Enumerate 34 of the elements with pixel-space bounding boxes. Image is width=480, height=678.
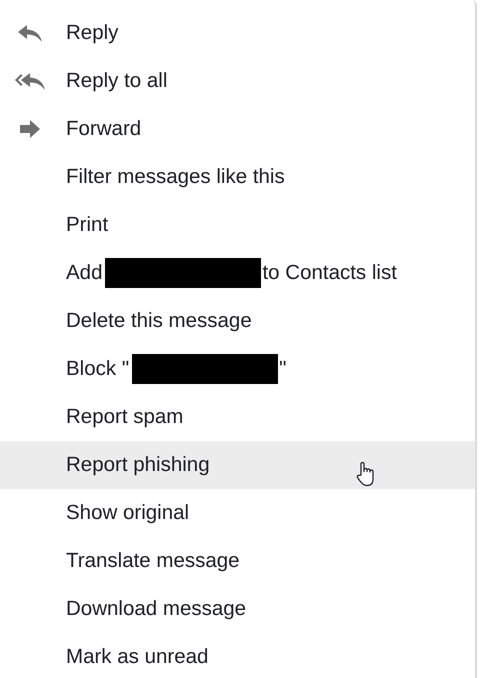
menu-item-label: Add <box>66 261 102 285</box>
hand-cursor-icon <box>356 461 376 487</box>
menu-item[interactable]: Download message <box>0 585 475 633</box>
menu-item[interactable]: Translate message <box>0 537 475 585</box>
menu-item-label: to Contacts list <box>262 261 397 285</box>
menu-item[interactable]: Show original <box>0 489 475 537</box>
menu-item[interactable]: Print <box>0 201 475 249</box>
menu-item-label: Mark as unread <box>66 645 208 669</box>
menu-item-label: Reply to all <box>66 69 168 93</box>
menu-item[interactable]: Mark as unread <box>0 633 475 678</box>
menu-item[interactable]: Reply to all <box>0 57 475 105</box>
menu-item-label: Download message <box>66 597 246 621</box>
menu-item-label: Block " <box>66 357 130 381</box>
menu-item-label: " <box>279 357 286 381</box>
menu-item-label: Forward <box>66 117 142 141</box>
menu-item-label: Show original <box>66 501 190 525</box>
forward-icon <box>19 119 41 139</box>
reply-icon <box>17 23 43 43</box>
menu-item[interactable]: Block " " <box>0 345 475 393</box>
menu-item-label: Reply <box>66 21 118 45</box>
reply-all-icon <box>14 71 46 91</box>
menu-item[interactable]: Delete this message <box>0 297 475 345</box>
menu-item[interactable]: Add to Contacts list <box>0 249 475 297</box>
menu-item-label: Report spam <box>66 405 184 429</box>
menu-item-label: Report phishing <box>66 453 210 477</box>
menu-item[interactable]: Report spam <box>0 393 475 441</box>
menu-item[interactable]: Reply <box>0 9 475 57</box>
menu-item-label: Delete this message <box>66 309 252 333</box>
menu-item[interactable]: Filter messages like this <box>0 153 475 201</box>
menu-item[interactable]: Forward <box>0 105 475 153</box>
menu-item-label: Translate message <box>66 549 240 573</box>
menu-item-label: Print <box>66 213 108 237</box>
menu-item[interactable]: Report phishing <box>0 441 475 489</box>
menu-item-label: Filter messages like this <box>66 165 285 189</box>
